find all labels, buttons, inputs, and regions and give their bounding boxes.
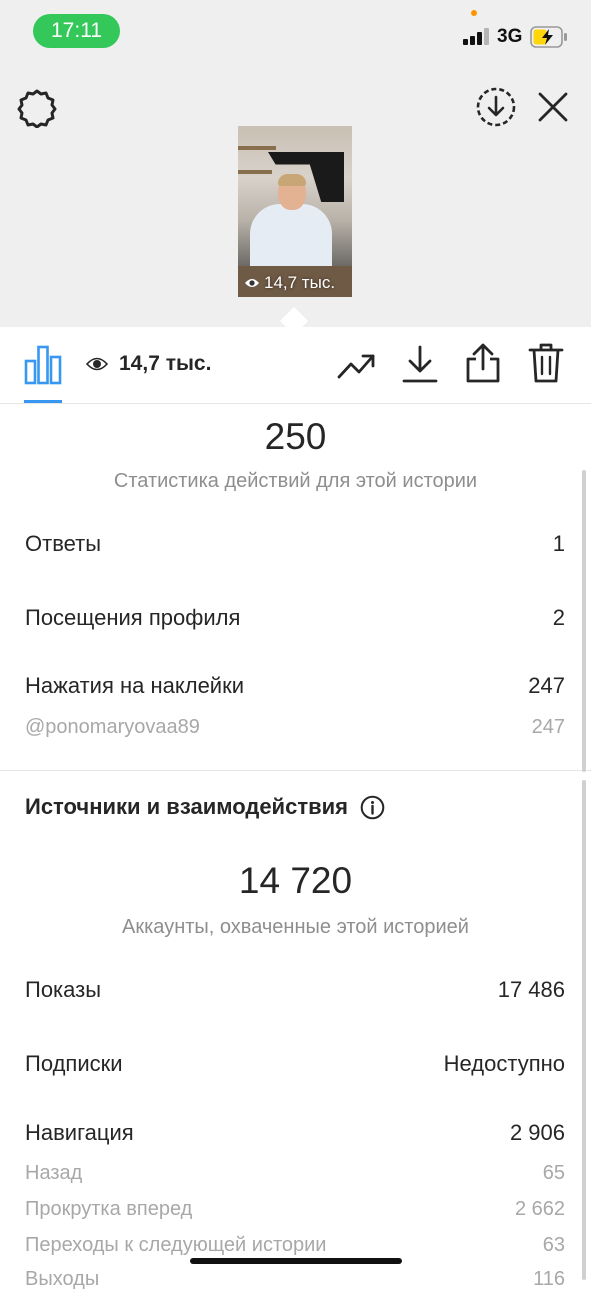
status-time: 17:11: [33, 14, 120, 48]
signal-icon: [463, 28, 489, 45]
stat-row-replies: Ответы 1: [25, 531, 565, 557]
stat-label: Навигация: [25, 1120, 134, 1145]
stat-value: Недоступно: [443, 1051, 565, 1076]
stat-value: 65: [542, 1162, 565, 1184]
stat-value: 17 486: [497, 977, 565, 1002]
settings-button[interactable]: [14, 84, 60, 130]
stat-row-sticker-mention[interactable]: @ponomaryovaa89 247: [25, 716, 565, 739]
stat-value: 247: [528, 673, 565, 698]
accounts-reached-total: 14 720: [238, 860, 353, 901]
active-tab-indicator: [24, 400, 62, 403]
stat-label: @ponomaryovaa89: [25, 716, 200, 738]
stat-row-sticker-taps: Нажатия на наклейки 247: [25, 673, 565, 699]
eye-icon: [245, 279, 259, 287]
views-count[interactable]: 14,7 тыс.: [119, 352, 211, 376]
stat-row-forward: Прокрутка вперед 2 662: [25, 1198, 565, 1221]
stat-label: Посещения профиля: [25, 605, 241, 630]
stat-label: Прокрутка вперед: [25, 1198, 193, 1220]
accounts-reached-caption: Аккаунты, охваченные этой историей: [122, 916, 469, 938]
stat-value: 63: [542, 1234, 565, 1256]
discovery-section-title: Источники и взаимодействия: [25, 794, 385, 820]
trend-icon[interactable]: [336, 347, 378, 385]
insights-content[interactable]: 250 Статистика действий для этой истории…: [0, 404, 591, 1290]
stat-row-follows: Подписки Недоступно: [25, 1051, 565, 1077]
story-preview-area: 17:11 3G 14,7 тыс.: [0, 0, 591, 327]
share-icon[interactable]: [463, 341, 503, 385]
download-icon[interactable]: [400, 343, 440, 385]
thumbnail-shelf: [238, 146, 276, 150]
thumbnail-views-count: 14,7 тыс.: [264, 273, 336, 292]
stat-label: Назад: [25, 1162, 83, 1184]
section-divider: [0, 770, 591, 771]
stat-row-back: Назад 65: [25, 1162, 565, 1185]
stat-row-profile-visits: Посещения профиля 2: [25, 605, 565, 631]
stat-value: 1: [552, 531, 565, 556]
home-indicator[interactable]: [190, 1258, 402, 1264]
stat-value: 2 662: [514, 1198, 565, 1220]
stat-label: Нажатия на наклейки: [25, 673, 245, 698]
scrollbar[interactable]: [582, 470, 586, 772]
scrollbar-track-lower[interactable]: [582, 780, 586, 1280]
close-button[interactable]: [530, 84, 576, 130]
thumbnail-person-hair: [278, 174, 306, 186]
stat-row-impressions: Показы 17 486: [25, 977, 565, 1003]
download-circle-icon: [476, 87, 516, 127]
story-toolbar: 14,7 тыс.: [0, 327, 591, 404]
eye-icon: [86, 357, 108, 371]
settings-icon: [17, 89, 57, 128]
stat-label: Показы: [25, 977, 102, 1002]
stat-label: Ответы: [25, 531, 102, 556]
network-type: 3G: [497, 26, 523, 47]
interactions-caption: Статистика действий для этой истории: [113, 470, 478, 492]
story-thumbnail[interactable]: 14,7 тыс.: [238, 126, 352, 297]
close-icon: [538, 92, 568, 122]
stat-row-navigation: Навигация 2 906: [25, 1120, 565, 1146]
stat-value: 2: [552, 605, 565, 630]
stat-label: Подписки: [25, 1051, 123, 1076]
interactions-total: 250: [264, 416, 327, 457]
insights-icon[interactable]: [22, 343, 64, 385]
discovery-title-text: Источники и взаимодействия: [25, 794, 348, 819]
trash-icon[interactable]: [526, 341, 566, 385]
thumbnail-views: 14,7 тыс.: [238, 269, 352, 297]
battery-charging-icon: [530, 26, 567, 48]
stat-value: 247: [531, 716, 565, 738]
privacy-indicator: [471, 10, 477, 16]
thumbnail-shelf: [238, 170, 272, 174]
stat-row-next-story: Переходы к следующей истории 63: [25, 1234, 565, 1257]
info-icon[interactable]: [360, 795, 385, 820]
status-bar: 17:11 3G: [0, 0, 591, 60]
stat-label: Переходы к следующей истории: [25, 1234, 327, 1256]
stat-value: 2 906: [509, 1120, 565, 1145]
save-story-button[interactable]: [473, 84, 519, 130]
